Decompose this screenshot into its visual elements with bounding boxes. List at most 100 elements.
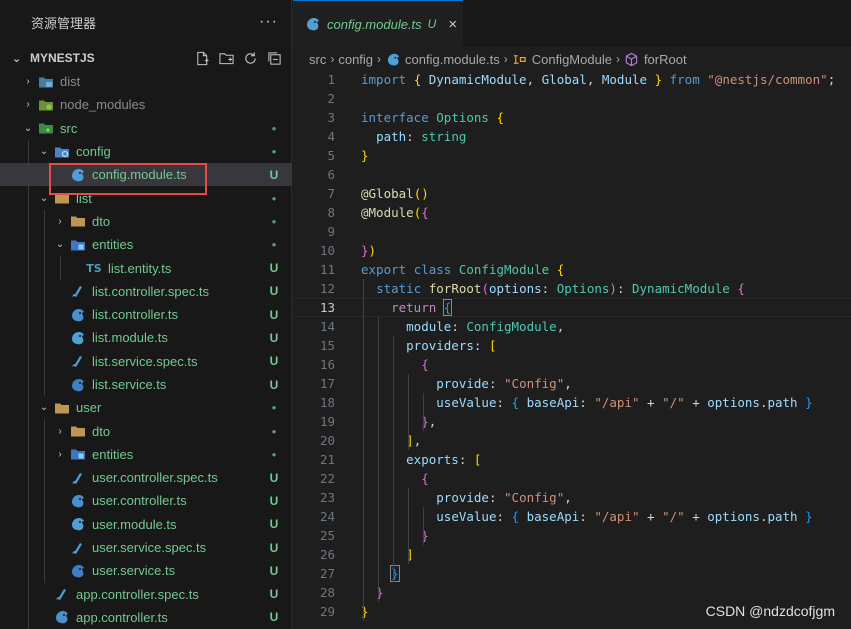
new-file-icon[interactable]: [195, 51, 210, 66]
chevron-right-icon[interactable]: ›: [52, 216, 68, 227]
breadcrumb-src[interactable]: src: [309, 52, 326, 67]
code-line[interactable]: 20 ],: [293, 431, 851, 450]
code-editor[interactable]: 1 import { DynamicModule, Global, Module …: [293, 70, 851, 629]
tree-folder-item[interactable]: ⌄ entities ●: [0, 233, 292, 257]
code-line[interactable]: 24 useValue: { baseApi: "/api" + "/" + o…: [293, 507, 851, 526]
chevron-down-icon[interactable]: ⌄: [36, 193, 52, 204]
breadcrumb-config[interactable]: config: [338, 52, 373, 67]
code-line[interactable]: 4 path: string: [293, 127, 851, 146]
chevron-down-icon[interactable]: ⌄: [20, 123, 36, 134]
code-line[interactable]: 23 provide: "Config",: [293, 488, 851, 507]
chevron-down-icon[interactable]: ⌄: [36, 146, 52, 157]
tree-file-item[interactable]: config.module.ts U: [0, 163, 292, 187]
tree-folder-item[interactable]: › entities ●: [0, 442, 292, 467]
breadcrumb-file[interactable]: config.module.ts: [405, 52, 500, 67]
tree-file-item[interactable]: user.controller.ts U: [0, 489, 292, 513]
indent-guide: [44, 512, 45, 536]
code-line[interactable]: 16 {: [293, 355, 851, 374]
new-folder-icon[interactable]: [219, 51, 234, 66]
chevron-down-icon[interactable]: ⌄: [52, 239, 68, 250]
code-line[interactable]: 5}: [293, 146, 851, 165]
tree-item-label: list.module.ts: [92, 330, 168, 346]
close-icon[interactable]: ×: [448, 16, 457, 33]
code-line[interactable]: 9: [293, 222, 851, 241]
tree-file-item[interactable]: list.module.ts U: [0, 326, 292, 350]
tree-file-item[interactable]: user.service.ts U: [0, 559, 292, 583]
project-header[interactable]: ⌄ MYNESTJS: [0, 47, 292, 69]
code-line[interactable]: 11 export class ConfigModule {: [293, 260, 851, 279]
code-line[interactable]: 18 useValue: { baseApi: "/api" + "/" + o…: [293, 393, 851, 412]
chevron-down-icon[interactable]: ⌄: [36, 402, 52, 413]
code-line[interactable]: 22 {: [293, 469, 851, 488]
code-token: :: [616, 281, 632, 296]
code-line[interactable]: 1 import { DynamicModule, Global, Module …: [293, 70, 851, 89]
tree-file-item[interactable]: list.service.ts U: [0, 372, 292, 397]
code-line[interactable]: 7 @Global(): [293, 184, 851, 203]
explorer-title: 资源管理器: [31, 15, 97, 31]
code-line[interactable]: 14 module: ConfigModule,: [293, 317, 851, 336]
indent-guide: [393, 336, 395, 583]
code-text: return {: [335, 299, 453, 316]
code-line[interactable]: 26 ]: [293, 545, 851, 564]
code-line[interactable]: 6: [293, 165, 851, 184]
tree-folder-item[interactable]: › dto ●: [0, 419, 292, 443]
chevron-right-icon[interactable]: ›: [52, 426, 68, 437]
code-line[interactable]: 15 providers: [: [293, 336, 851, 355]
tree-folder-item[interactable]: ⌄ list ●: [0, 186, 292, 210]
code-token: ]: [406, 547, 414, 562]
code-line[interactable]: 21 exports: [: [293, 450, 851, 469]
code-token: :: [451, 319, 467, 334]
tree-folder-item[interactable]: › dist: [0, 70, 292, 93]
tree-folder-item[interactable]: ⌄ user ●: [0, 396, 292, 420]
code-line[interactable]: 19 },: [293, 412, 851, 431]
tree-folder-item[interactable]: ⌄ src ●: [0, 117, 292, 140]
code-line[interactable]: 17 provide: "Config",: [293, 374, 851, 393]
breadcrumb-method[interactable]: forRoot: [644, 52, 687, 67]
breadcrumb-class[interactable]: ConfigModule: [532, 52, 612, 67]
tree-item-label: list.service.ts: [92, 377, 167, 392]
code-line[interactable]: 25 }: [293, 526, 851, 545]
tree-file-item[interactable]: app.controller.ts U: [0, 605, 292, 629]
code-line[interactable]: 13 return {: [293, 298, 851, 317]
tree-file-item[interactable]: user.service.spec.ts U: [0, 535, 292, 560]
tree-file-item[interactable]: list.controller.spec.ts U: [0, 279, 292, 303]
tree-folder-item[interactable]: › node_modules: [0, 93, 292, 116]
code-line[interactable]: 27 }: [293, 564, 851, 583]
tree-file-item[interactable]: TS list.entity.ts U: [0, 256, 292, 280]
refresh-icon[interactable]: [243, 51, 258, 66]
tree-file-item[interactable]: list.controller.ts U: [0, 302, 292, 327]
code-line[interactable]: 8 @Module({: [293, 203, 851, 222]
indent-guide: [28, 419, 29, 443]
indent-guide: [44, 163, 45, 187]
code-token: }: [805, 395, 813, 410]
tree-file-item[interactable]: user.module.ts U: [0, 512, 292, 536]
indent-guide: [28, 139, 29, 164]
code-token: "@nestjs/common": [707, 72, 828, 87]
code-line[interactable]: 10}): [293, 241, 851, 260]
tree-file-item[interactable]: user.controller.spec.ts U: [0, 466, 292, 490]
code-line[interactable]: 2: [293, 89, 851, 108]
indent-guide: [28, 186, 29, 210]
collapse-all-icon[interactable]: [267, 51, 282, 66]
chevron-right-icon[interactable]: ›: [52, 449, 68, 460]
tree-folder-item[interactable]: ⌄ config ●: [0, 139, 292, 164]
code-line[interactable]: 12 static forRoot(options: Options): Dyn…: [293, 279, 851, 298]
git-untracked-badge: U: [269, 563, 279, 578]
line-number: 11: [319, 262, 335, 277]
tree-folder-item[interactable]: › dto ●: [0, 209, 292, 234]
tab-config-module[interactable]: config.module.ts U ×: [293, 0, 463, 47]
chevron-right-icon[interactable]: ›: [20, 76, 36, 87]
more-actions-icon[interactable]: ···: [259, 13, 278, 31]
indent-guide: [44, 349, 45, 373]
code-line[interactable]: 28 }: [293, 583, 851, 602]
code-token: options: [707, 509, 760, 524]
tree-file-item[interactable]: list.service.spec.ts U: [0, 349, 292, 373]
tree-file-item[interactable]: app.controller.spec.ts U: [0, 582, 292, 606]
code-line[interactable]: 3 interface Options {: [293, 108, 851, 127]
chevron-right-icon[interactable]: ›: [20, 99, 36, 110]
code-token: path: [767, 509, 798, 524]
folder-icon: [70, 423, 86, 439]
